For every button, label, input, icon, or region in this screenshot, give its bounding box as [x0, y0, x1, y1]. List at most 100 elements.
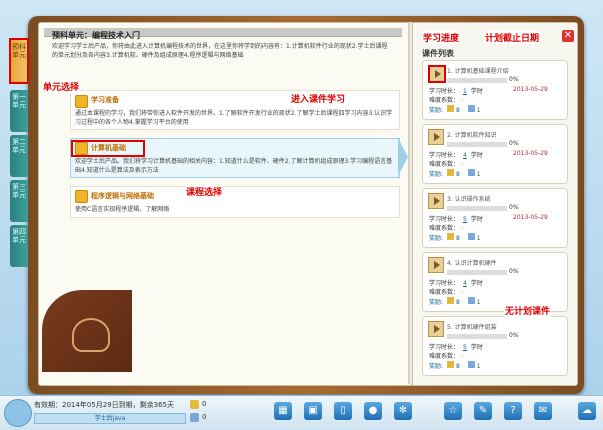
- lock-icon: [75, 190, 88, 203]
- book-reward: 1: [476, 171, 481, 178]
- study-time-label: 学习时长：: [429, 88, 460, 95]
- course-item-selected[interactable]: 计算机基础 欢迎学士后产品。我们将学习计算机基础的相关内容：1.知道什么是软件、…: [70, 138, 400, 178]
- coin-icon: [446, 105, 454, 112]
- gear-icon[interactable]: ✻: [394, 402, 412, 420]
- difficulty-label: 难度系数：: [429, 161, 460, 168]
- book-icon: [467, 361, 475, 368]
- mail-icon[interactable]: ✉: [534, 402, 552, 420]
- courseware-card[interactable]: 1. 计算机基础课程介绍 0% 学习时长： 1 学时 2013-05-29 难度系数…: [422, 60, 568, 120]
- hour-unit: 学时: [470, 152, 483, 159]
- difficulty-stars-icon: ☆: [459, 352, 466, 360]
- hour-unit: 学时: [470, 216, 483, 223]
- tab-unit-1[interactable]: 第一单元: [10, 90, 28, 132]
- courseware-title: 1. 计算机基础课程介绍: [447, 68, 509, 75]
- book-icon: [467, 233, 475, 240]
- coin-reward: 8: [455, 299, 460, 306]
- progress-text: 0%: [509, 332, 519, 339]
- help-icon[interactable]: ?: [504, 402, 522, 420]
- reward-label: 奖励:: [429, 171, 444, 178]
- coin-count: 0: [202, 400, 207, 408]
- avatar[interactable]: [4, 399, 32, 427]
- hour-unit: 学时: [470, 88, 483, 95]
- courseware-list-header: 课件列表: [422, 49, 454, 58]
- tab-label: 第一单元: [12, 93, 26, 109]
- coin-icon: [190, 400, 199, 409]
- course-title: 计算机基础: [91, 144, 126, 152]
- annotation-enter-course: 进入课件学习: [290, 92, 347, 105]
- book-reward: 1: [476, 107, 481, 114]
- phone-icon[interactable]: ▯: [334, 402, 352, 420]
- difficulty-stars-icon: ☆: [459, 288, 466, 296]
- coin-icon: [446, 297, 454, 304]
- book-icon: [467, 169, 475, 176]
- due-date: 2013-05-29: [513, 86, 548, 93]
- annotation-no-plan: 无计划课件: [504, 304, 552, 317]
- course-item[interactable]: 程序逻辑与网络基础 使用C语言实现程序逻辑，了解网络: [70, 186, 400, 218]
- image-icon[interactable]: ▣: [304, 402, 322, 420]
- tab-label: 第二单元: [12, 138, 26, 154]
- difficulty-stars-icon: ☆: [459, 96, 466, 104]
- tab-unit-3[interactable]: 第三单元: [10, 180, 28, 222]
- study-time-label: 学习时长：: [429, 280, 460, 287]
- progress-bar: [447, 78, 507, 83]
- courseware-title: 4. 认识计算机硬件: [447, 260, 497, 267]
- progress-text: 0%: [509, 204, 519, 211]
- bookmark-leather: [42, 290, 132, 372]
- lock-icon: [75, 142, 88, 155]
- tab-label: 第三单元: [12, 183, 26, 199]
- progress-bar: [447, 334, 507, 339]
- due-date: 2013-05-29: [513, 214, 548, 221]
- coin-reward: 8: [455, 171, 460, 178]
- book-reward: 1: [476, 235, 481, 242]
- courseware-title: 5. 计算机硬件组装: [447, 324, 497, 331]
- courseware-card[interactable]: 5. 计算机硬件组装 0% 学习时长： 5 学时 难度系数：☆ 奖励: 8 1: [422, 316, 568, 376]
- play-icon[interactable]: [428, 129, 444, 145]
- unit-description: 欢迎学习学士后产品，你将由此进入计算机编程技术的世界，在这里你将学到的内容有：1…: [52, 43, 388, 59]
- username-field: 学士后java: [34, 413, 186, 424]
- hour-unit: 学时: [470, 280, 483, 287]
- reward-label: 奖励:: [429, 363, 444, 370]
- study-hours: 5: [463, 344, 467, 351]
- chat-icon[interactable]: ☁: [578, 402, 596, 420]
- due-date: 2013-05-29: [513, 150, 548, 157]
- play-icon[interactable]: [428, 193, 444, 209]
- play-icon[interactable]: [428, 257, 444, 273]
- expiry-text: 有效期：2014年05月29日到期，剩余365天: [34, 401, 174, 409]
- progress-bar: [447, 206, 507, 211]
- study-time-label: 学习时长：: [429, 344, 460, 351]
- progress-text: 0%: [509, 268, 519, 275]
- star-icon[interactable]: ☆: [444, 402, 462, 420]
- difficulty-label: 难度系数：: [429, 289, 460, 296]
- calendar-icon[interactable]: ▦: [274, 402, 292, 420]
- book-reward: 1: [476, 299, 481, 306]
- annotation-deadline: 计划截止日期: [484, 31, 541, 44]
- annotation-progress: 学习进度: [422, 31, 461, 44]
- progress-bar: [447, 270, 507, 275]
- study-hours: 5: [463, 216, 467, 223]
- course-title: 学习准备: [91, 96, 119, 104]
- progress-bar: [447, 142, 507, 147]
- tab-unit-2[interactable]: 第二单元: [10, 135, 28, 177]
- course-item[interactable]: 学习准备 通过本课程的学习，我们将带你进入软件开发的世界。1.了解软件开发行业的…: [70, 90, 400, 130]
- difficulty-label: 难度系数：: [429, 353, 460, 360]
- play-icon[interactable]: [428, 65, 446, 83]
- courseware-title: 2. 计算机软件知识: [447, 132, 497, 139]
- annotation-course-select: 课程选择: [185, 185, 224, 198]
- lock-icon: [75, 95, 88, 108]
- close-button[interactable]: ✕: [562, 30, 574, 42]
- course-desc: 使用C语言实现程序逻辑，了解网络: [75, 206, 170, 213]
- book-icon: [467, 297, 475, 304]
- coin-icon: [446, 361, 454, 368]
- difficulty-stars-icon: ☆: [459, 160, 466, 168]
- courseware-card[interactable]: 3. 认识操作系统 0% 学习时长： 5 学时 2013-05-29 难度系数：☆ …: [422, 188, 568, 248]
- courseware-card[interactable]: 4. 认识计算机硬件 0% 学习时长： 4 学时 难度系数：☆ 奖励: 8 1: [422, 252, 568, 312]
- tab-unit-4[interactable]: 第四单元: [10, 225, 28, 267]
- edit-icon[interactable]: ✎: [474, 402, 492, 420]
- annotation-unit-select: 单元选择: [42, 80, 81, 93]
- course-desc: 欢迎学士后产品。我们将学习计算机基础的相关内容：1.知道什么是软件、硬件2.了解…: [75, 158, 393, 174]
- piggy-bank-icon[interactable]: ●: [364, 402, 382, 420]
- coin-reward: 8: [455, 107, 460, 114]
- course-desc: 通过本课程的学习，我们将带你进入软件开发的世界。1.了解软件开发行业的现状2.了…: [75, 110, 393, 126]
- play-icon[interactable]: [428, 321, 444, 337]
- courseware-card[interactable]: 2. 计算机软件知识 0% 学习时长： 4 学时 2013-05-29 难度系数：☆…: [422, 124, 568, 184]
